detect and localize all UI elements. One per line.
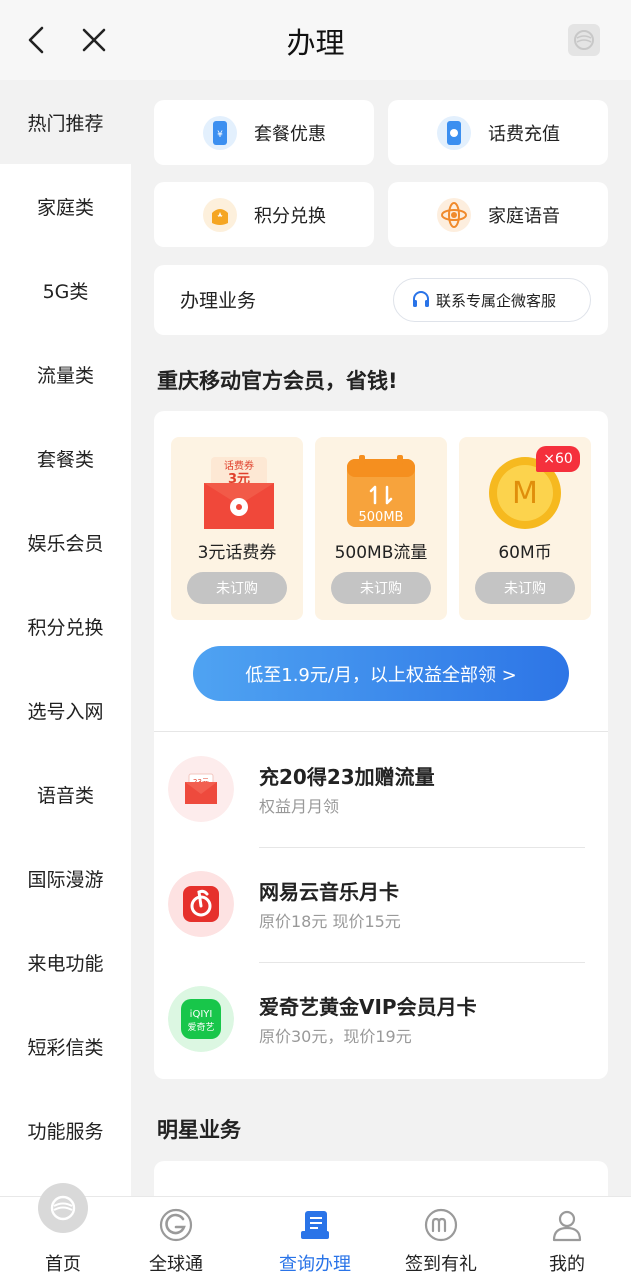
svg-text:500MB: 500MB [359, 510, 404, 525]
sidebar-item-family[interactable]: 家庭类 [0, 164, 131, 248]
business-label: 办理业务 [180, 290, 257, 312]
promo-subtitle: 原价30元，现价19元 [259, 1027, 412, 1046]
quantity-badge: ×60 [536, 446, 580, 472]
checkin-m-icon [424, 1208, 458, 1242]
sidebar-item-voice[interactable]: 语音类 [0, 752, 131, 836]
tab-label: 签到有礼 [405, 1254, 477, 1275]
sidebar-item-call-features[interactable]: 来电功能 [0, 920, 131, 1004]
sidebar-item-entertainment[interactable]: 娱乐会员 [0, 500, 131, 584]
data-box-icon: 500MB [347, 455, 415, 527]
sidebar-item-data[interactable]: 流量类 [0, 332, 131, 416]
quick-action-recharge[interactable]: 话费充值 [388, 100, 608, 165]
svg-text:iQIYI: iQIYI [190, 1009, 213, 1020]
promo-title: 爱奇艺黄金VIP会员月卡 [259, 995, 477, 1019]
contact-service-button[interactable]: 联系专属企微客服 [393, 278, 591, 322]
page-title: 办理 [286, 26, 345, 60]
quick-action-label: 积分兑换 [254, 205, 326, 227]
benefit-name: 60M币 [498, 543, 552, 563]
netease-music-icon [168, 871, 234, 937]
sidebar-item-hot[interactable]: 热门推荐 [0, 80, 131, 164]
sidebar-item-services[interactable]: 功能服务 [0, 1088, 131, 1172]
china-mobile-logo-icon[interactable] [568, 24, 600, 56]
tab-label: 全球通 [149, 1254, 203, 1275]
benefit-status-button[interactable]: 未订购 [187, 572, 287, 604]
iqiyi-icon: iQIYI 爱奇艺 [168, 986, 234, 1052]
divider [154, 731, 608, 732]
promo-title: 网易云音乐月卡 [259, 880, 399, 904]
top-bar: 办理 [0, 0, 631, 80]
divider [259, 847, 585, 848]
quick-action-family-voice[interactable]: 家庭语音 [388, 182, 608, 247]
phone-yuan-icon: ¥ [203, 115, 237, 150]
svg-text:¥: ¥ [217, 130, 223, 140]
quick-action-label: 套餐优惠 [254, 123, 326, 145]
tab-query[interactable]: 查询办理 [255, 1197, 375, 1280]
query-document-icon [301, 1211, 329, 1239]
contact-service-label: 联系专属企微客服 [436, 291, 557, 310]
points-bag-icon [203, 197, 237, 232]
user-profile-icon [552, 1210, 582, 1242]
membership-title: 重庆移动官方会员，省钱! [157, 369, 398, 393]
coupon-envelope-icon: 话费券 3元 [204, 457, 274, 529]
benefit-name: 3元话费券 [197, 543, 277, 563]
promo-subtitle: 原价18元 现价15元 [259, 912, 401, 931]
tab-global[interactable]: 全球通 [116, 1197, 236, 1280]
benefit-status-button[interactable]: 未订购 [331, 572, 431, 604]
phone-charge-icon [437, 115, 471, 150]
red-envelope-icon: 23元 [168, 756, 234, 822]
sidebar-item-plan[interactable]: 套餐类 [0, 416, 131, 500]
sidebar-item-sms[interactable]: 短彩信类 [0, 1004, 131, 1088]
benefit-data[interactable]: 500MB 500MB流量 未订购 [315, 437, 447, 620]
quick-action-plan-discount[interactable]: ¥ 套餐优惠 [154, 100, 374, 165]
divider [259, 962, 585, 963]
bottom-tab-bar: 首页 全球通 查询办理 签到有礼 我的 [0, 1196, 631, 1280]
tab-checkin[interactable]: 签到有礼 [381, 1197, 501, 1280]
svg-text:话费券: 话费券 [224, 459, 254, 472]
sidebar-item-number[interactable]: 选号入网 [0, 668, 131, 752]
promo-title: 充20得23加赠流量 [259, 765, 435, 789]
sidebar-item-5g[interactable]: 5G类 [0, 248, 131, 332]
headset-icon [413, 291, 429, 307]
sidebar-item-points[interactable]: 积分兑换 [0, 584, 131, 668]
sidebar-item-roaming[interactable]: 国际漫游 [0, 836, 131, 920]
benefit-coupon[interactable]: 话费券 3元 3元话费券 未订购 [171, 437, 303, 620]
tab-label: 查询办理 [279, 1254, 351, 1275]
tab-label: 我的 [549, 1254, 585, 1275]
star-business-title: 明星业务 [157, 1118, 241, 1142]
family-voice-icon [437, 197, 471, 232]
china-mobile-logo-icon[interactable] [38, 1183, 88, 1233]
claim-all-button[interactable]: 低至1.9元/月，以上权益全部领 > [193, 646, 569, 701]
promo-subtitle: 权益月月领 [259, 797, 340, 816]
tab-profile[interactable]: 我的 [507, 1197, 627, 1280]
quick-action-label: 家庭语音 [488, 205, 560, 227]
globe-g-icon [159, 1208, 193, 1242]
category-sidebar: 热门推荐 家庭类 5G类 流量类 套餐类 娱乐会员 积分兑换 选号入网 语音类 … [0, 80, 131, 1196]
svg-text:爱奇艺: 爱奇艺 [187, 1021, 214, 1033]
benefit-name: 500MB流量 [334, 543, 428, 563]
quick-action-points[interactable]: 积分兑换 [154, 182, 374, 247]
quick-action-label: 话费充值 [488, 123, 560, 145]
benefit-status-button[interactable]: 未订购 [475, 572, 575, 604]
tab-label: 首页 [45, 1254, 81, 1275]
svg-text:M: M [512, 476, 538, 511]
